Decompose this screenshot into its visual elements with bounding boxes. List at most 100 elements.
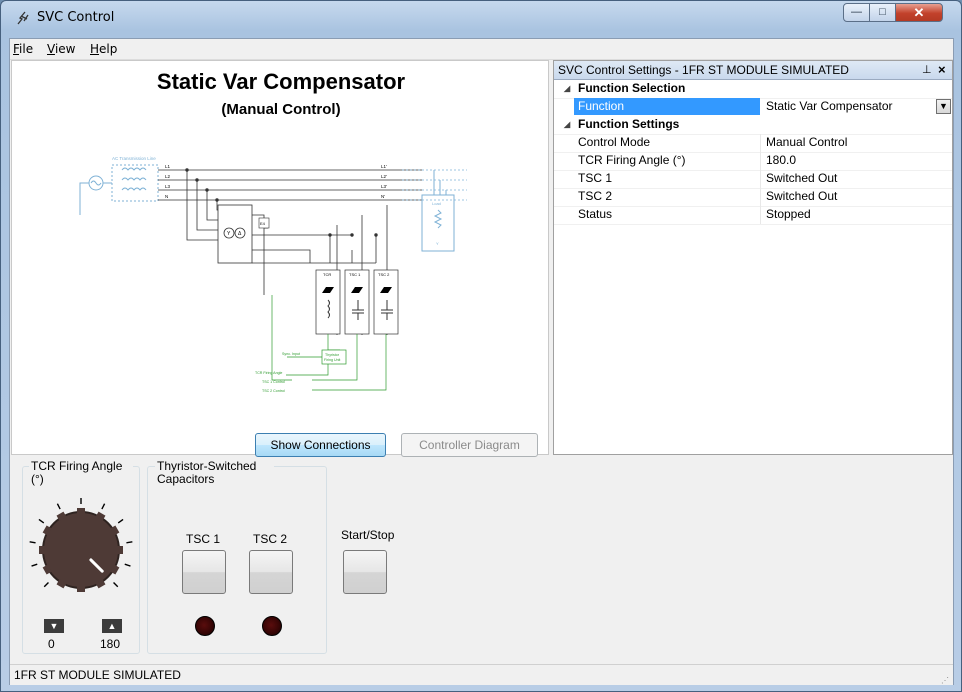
category-label: Function Settings (578, 117, 680, 131)
load: Load Y (421, 170, 455, 252)
show-connections-button[interactable]: Show Connections (255, 433, 386, 457)
menu-help[interactable]: Help (90, 42, 117, 56)
property-value: 180.0 (766, 153, 797, 167)
app-icon (15, 10, 31, 26)
menu-file-rest: ile (19, 42, 34, 56)
label-e4: E4 (260, 221, 266, 226)
label-tsc1-control: TSC 1 Control (262, 380, 285, 384)
tsc2-toggle-button[interactable] (249, 550, 293, 594)
knob-notch (39, 546, 45, 554)
resize-grip-icon[interactable]: ⋰ (941, 671, 949, 691)
collapse-icon[interactable]: ◢ (564, 80, 570, 97)
pin-icon[interactable]: ⊥ (922, 61, 932, 79)
knob-notch (77, 586, 85, 592)
knob-tick (29, 541, 36, 544)
menu-bar: File View Help (10, 39, 953, 60)
close-icon: ✕ (913, 5, 925, 20)
settings-panel: SVC Control Settings - 1FR ST MODULE SIM… (553, 60, 953, 455)
label-l3p: L3' (381, 184, 387, 189)
menu-help-key: H (90, 42, 100, 56)
menu-view-key: V (47, 42, 55, 56)
category-function-settings[interactable]: ◢ Function Settings (554, 116, 952, 135)
property-row[interactable]: TSC 2 Switched Out (554, 188, 952, 207)
controller-diagram-button[interactable]: Controller Diagram (401, 433, 538, 457)
ac-source (79, 164, 159, 215)
maximize-icon: □ (879, 6, 886, 18)
transformer-feed (185, 168, 219, 241)
increase-icon[interactable]: ▲ (102, 619, 122, 633)
category-function-selection[interactable]: ◢ Function Selection (554, 80, 952, 99)
knob-tick (126, 541, 133, 544)
close-button[interactable]: ✕ (895, 3, 943, 22)
settings-title: SVC Control Settings - 1FR ST MODULE SIM… (558, 63, 849, 77)
tsc-group-label: Thyristor-Switched Capacitors (155, 460, 274, 486)
label-tsc2-control: TSC 2 Control (262, 389, 285, 393)
label-l2p: L2' (381, 174, 387, 179)
property-name: TSC 2 (578, 189, 613, 203)
client-area: File View Help Static Var Compensator (M… (9, 38, 954, 685)
label-tsc2: TSC 2 (378, 272, 390, 277)
label-thyristor: Thyristor (325, 353, 340, 357)
tcr-firing-angle-knob[interactable] (25, 494, 137, 606)
knob-tick (101, 503, 106, 510)
property-row[interactable]: Control Mode Manual Control (554, 134, 952, 153)
knob-tick (31, 563, 38, 567)
menu-help-rest: elp (99, 42, 118, 56)
property-value: Stopped (766, 207, 811, 221)
svc-schematic: AC Transmission Line L1 L2 L3 N L1' L2' … (79, 156, 467, 393)
title-bar[interactable]: SVC Control — □ ✕ (1, 1, 961, 35)
decrease-icon[interactable]: ▼ (44, 619, 64, 633)
property-row[interactable]: TSC 1 Switched Out (554, 170, 952, 189)
tsc1-branch: TSC 1 (344, 269, 370, 335)
label-n: N (165, 194, 168, 199)
tsc1-toggle-button[interactable] (182, 550, 226, 594)
tcr-branch: TCR (315, 269, 341, 335)
start-stop-button[interactable] (343, 550, 387, 594)
label-firing-unit: Firing Unit (324, 358, 340, 362)
property-function[interactable]: Function Static Var Compensator ▼ (554, 98, 952, 117)
property-value: Manual Control (766, 135, 848, 149)
panel-close-icon[interactable]: × (938, 61, 946, 79)
function-value-select[interactable]: Static Var Compensator (766, 98, 893, 115)
diagram-subtitle: (Manual Control) (221, 101, 341, 118)
menu-file[interactable]: File (13, 42, 33, 56)
property-name: Status (578, 207, 613, 221)
tsc1-label: TSC 1 (186, 532, 221, 546)
tsc1-led (195, 616, 215, 636)
knob-tick (124, 563, 131, 567)
label-ac-line: AC Transmission Line (112, 156, 156, 161)
knob-notch (117, 546, 123, 554)
status-text: 1FR ST MODULE SIMULATED (14, 668, 181, 682)
knob-min-label: 0 (48, 637, 55, 651)
property-name: Control Mode (578, 135, 651, 149)
collapse-icon[interactable]: ◢ (564, 116, 570, 133)
start-stop-label: Start/Stop (341, 528, 395, 542)
knob-tick (38, 518, 45, 524)
chevron-down-icon[interactable]: ▼ (936, 99, 951, 114)
label-tsc1: TSC 1 (349, 272, 361, 277)
tcr-group-label: TCR Firing Angle (°) (29, 460, 133, 486)
column-divider (760, 188, 761, 206)
property-value: Switched Out (766, 189, 838, 203)
label-l1p: L1' (381, 164, 387, 169)
knob-tick (117, 518, 124, 524)
label-l3: L3 (165, 184, 171, 189)
knob-tick (113, 582, 119, 588)
property-row[interactable]: Status Stopped (554, 206, 952, 225)
tsc2-led (262, 616, 282, 636)
column-divider (760, 206, 761, 224)
property-row[interactable]: TCR Firing Angle (°) 180.0 (554, 152, 952, 171)
property-value: Switched Out (766, 171, 838, 185)
diagram-title: Static Var Compensator (156, 69, 406, 94)
label-tcr: TCR (323, 272, 331, 277)
tsc2-label: TSC 2 (253, 532, 288, 546)
menu-view[interactable]: View (47, 42, 75, 56)
control-area: TCR Firing Angle (°) ▼ ▲ 0 180 Thyristor… (11, 458, 952, 662)
property-name: TSC 1 (578, 171, 613, 185)
window-title: SVC Control (37, 10, 115, 25)
column-divider (760, 134, 761, 152)
minimize-button[interactable]: — (843, 3, 870, 22)
label-load: Load (432, 201, 441, 206)
maximize-button[interactable]: □ (869, 3, 896, 22)
diagram-panel: Static Var Compensator (Manual Control) … (11, 60, 549, 457)
